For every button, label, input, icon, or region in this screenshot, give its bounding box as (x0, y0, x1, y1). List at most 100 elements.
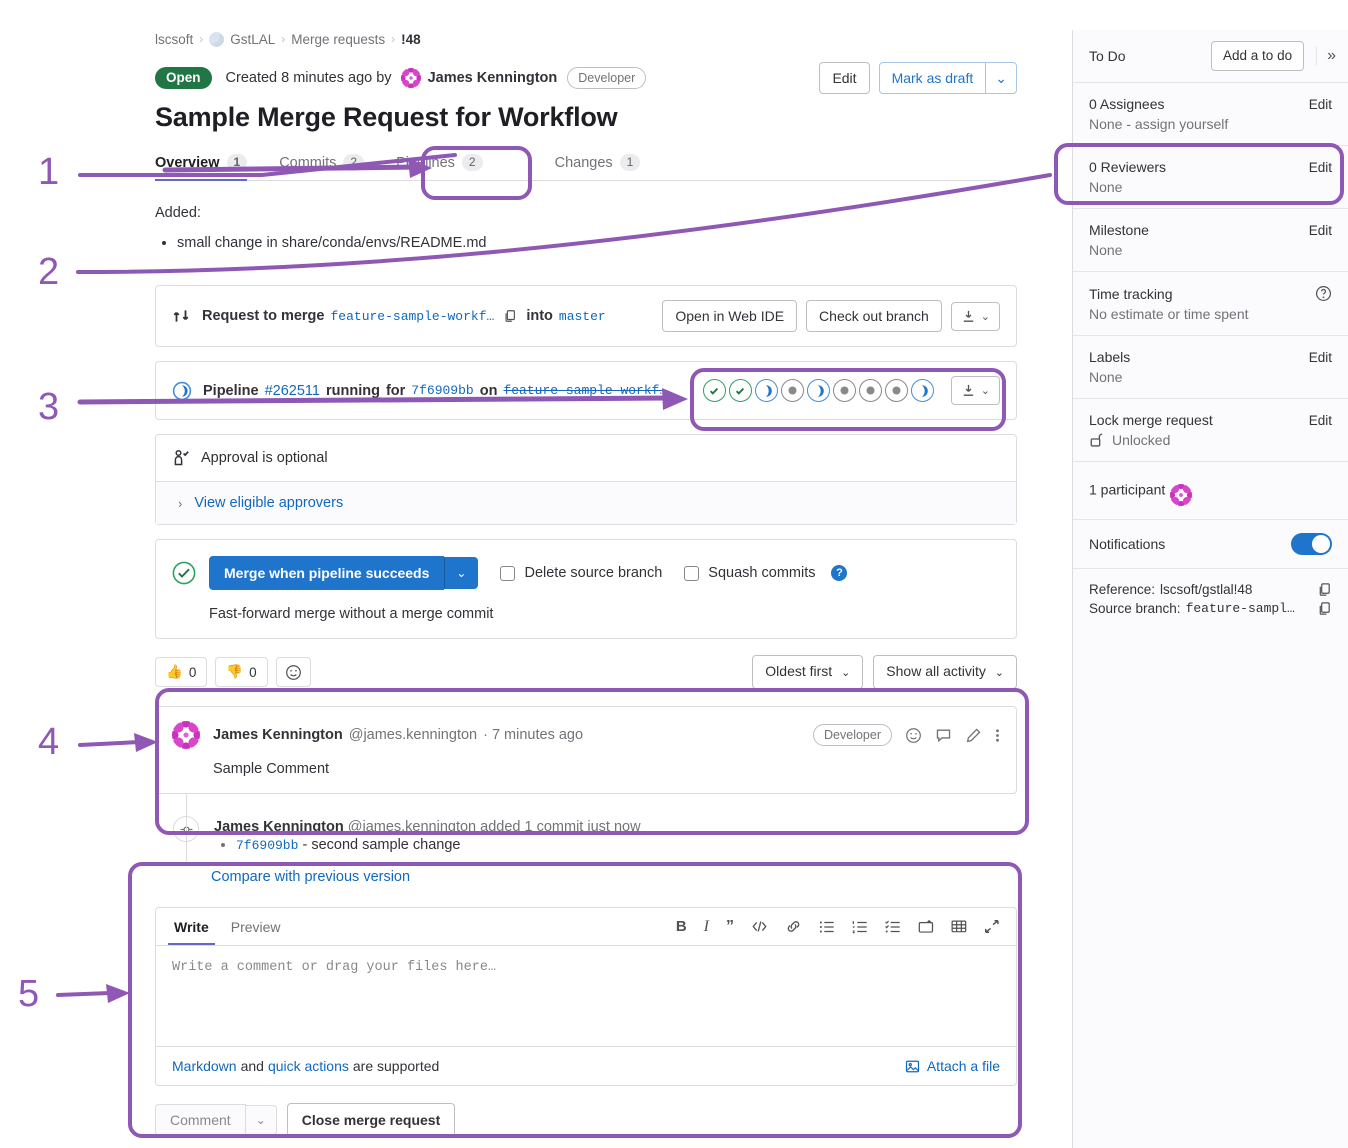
milestone-edit-button[interactable]: Edit (1309, 223, 1332, 238)
sort-order-dropdown[interactable]: Oldest first ⌄ (752, 655, 863, 689)
tab-pipelines[interactable]: Pipelines 2 (380, 154, 499, 180)
breadcrumb-item-group[interactable]: lscsoft (155, 32, 193, 47)
notifications-label: Notifications (1089, 536, 1165, 552)
mark-as-draft-button[interactable]: Mark as draft (879, 62, 987, 94)
reply-comment-icon[interactable] (935, 727, 952, 744)
download-dropdown-button[interactable]: ⌄ (951, 302, 1000, 331)
thumbs-up-button[interactable]: 👍 0 (155, 657, 207, 687)
compare-previous-version-row: Compare with previous version (211, 869, 1017, 885)
add-reaction-smiley-icon[interactable] (905, 727, 922, 744)
edit-button[interactable]: Edit (819, 62, 869, 94)
add-a-to-do-button[interactable]: Add a to do (1211, 41, 1304, 71)
assignees-value[interactable]: None - assign yourself (1089, 116, 1332, 132)
author-name[interactable]: James Kennington (428, 70, 558, 86)
participants-label: 1 participant (1089, 482, 1165, 498)
merge-when-pipeline-succeeds-button[interactable]: Merge when pipeline succeeds (209, 556, 444, 590)
stage-status-running-icon[interactable] (755, 379, 778, 402)
comment-timestamp[interactable]: 7 minutes ago (492, 727, 583, 743)
task-list-icon[interactable] (885, 920, 901, 934)
reviewers-label: 0 Reviewers (1089, 159, 1166, 175)
tab-label: Pipelines (396, 155, 455, 171)
tab-commits[interactable]: Commits 2 (263, 154, 380, 180)
compare-with-previous-version-link[interactable]: Compare with previous version (211, 869, 410, 885)
edit-pencil-icon[interactable] (965, 727, 982, 744)
comment-textarea[interactable]: Write a comment or drag your files here… (156, 946, 1016, 1046)
editor-tab-write[interactable]: Write (172, 910, 211, 944)
help-circle-icon[interactable] (1315, 285, 1332, 302)
stage-status-success-icon[interactable] (703, 379, 726, 402)
stage-status-pending-icon[interactable] (833, 379, 856, 402)
breadcrumb-item-merge-requests[interactable]: Merge requests (291, 32, 385, 47)
open-in-web-ide-button[interactable]: Open in Web IDE (662, 300, 797, 332)
thumbs-down-button[interactable]: 👎 0 (215, 657, 267, 687)
notifications-toggle[interactable] (1291, 533, 1332, 555)
participant-avatar[interactable] (1170, 484, 1192, 506)
close-merge-request-button[interactable]: Close merge request (287, 1103, 456, 1137)
notifications-row: Notifications (1089, 533, 1332, 555)
pipeline-id-link[interactable]: #262511 (265, 383, 320, 399)
stage-status-running-icon[interactable] (911, 379, 934, 402)
pipeline-branch-link[interactable]: feature-sample-workf… (503, 383, 667, 398)
copy-icon[interactable] (1317, 601, 1332, 616)
breadcrumb-item-current[interactable]: !48 (401, 32, 421, 47)
system-note-author[interactable]: James Kennington (214, 819, 344, 835)
link-icon[interactable] (785, 919, 802, 934)
reviewers-edit-button[interactable]: Edit (1309, 160, 1332, 175)
target-branch-link[interactable]: master (559, 309, 606, 324)
check-icon (1316, 538, 1326, 548)
thumbs-down-icon: 👎 (226, 664, 243, 680)
stage-status-success-icon[interactable] (729, 379, 752, 402)
attach-a-file-button[interactable]: Attach a file (905, 1058, 1000, 1074)
breadcrumb-item-project[interactable]: GstLAL (230, 32, 275, 47)
comment-handle[interactable]: @james.kennington (349, 727, 477, 743)
comment-author[interactable]: James Kennington (213, 727, 343, 743)
tab-changes[interactable]: Changes 1 (539, 154, 657, 180)
help-icon[interactable]: ? (831, 565, 847, 581)
add-reaction-button[interactable] (276, 657, 311, 687)
comment-note: James Kennington @james.kennington · 7 m… (155, 706, 1017, 794)
chevron-down-icon[interactable]: ⌄ (985, 62, 1017, 94)
editor-tab-preview[interactable]: Preview (229, 910, 283, 944)
collapse-sidebar-icon[interactable]: » (1316, 47, 1336, 65)
quote-icon[interactable]: ” (726, 918, 734, 936)
view-eligible-approvers-link[interactable]: View eligible approvers (194, 495, 343, 511)
attach-image-icon[interactable] (918, 919, 934, 934)
merge-options-chevron-down-icon[interactable]: ⌄ (444, 557, 478, 589)
breadcrumb-separator: › (199, 32, 203, 46)
lock-edit-button[interactable]: Edit (1309, 413, 1332, 428)
merge-source-widget: Request to merge feature-sample-workf… i… (155, 285, 1017, 347)
comment-button[interactable]: Comment (155, 1104, 246, 1136)
table-icon[interactable] (951, 919, 967, 934)
stage-status-pending-icon[interactable] (885, 379, 908, 402)
pipeline-commit-link[interactable]: 7f6909bb (411, 383, 473, 398)
fullscreen-icon[interactable] (984, 919, 1000, 934)
check-out-branch-button[interactable]: Check out branch (806, 300, 942, 332)
comment-options-chevron-down-icon[interactable]: ⌄ (246, 1105, 277, 1135)
bold-icon[interactable]: B (676, 918, 687, 935)
stage-status-pending-icon[interactable] (781, 379, 804, 402)
annotation-number-1: 1 (38, 153, 59, 191)
tab-overview[interactable]: Overview 1 (155, 154, 263, 180)
squash-commits-checkbox[interactable]: Squash commits ? (684, 565, 847, 581)
quick-actions-link[interactable]: quick actions (268, 1058, 349, 1074)
labels-edit-button[interactable]: Edit (1309, 350, 1332, 365)
numbered-list-icon[interactable] (852, 920, 868, 934)
more-options-icon[interactable] (995, 727, 1000, 744)
stage-status-running-icon[interactable] (807, 379, 830, 402)
source-branch-link[interactable]: feature-sample-workf… (330, 309, 494, 324)
markdown-link[interactable]: Markdown (172, 1058, 237, 1074)
italic-icon[interactable]: I (704, 918, 709, 936)
code-icon[interactable] (751, 919, 768, 934)
copy-icon[interactable] (503, 309, 517, 323)
activity-filter-dropdown[interactable]: Show all activity ⌄ (873, 655, 1017, 689)
delete-source-branch-checkbox[interactable]: Delete source branch (500, 565, 662, 581)
view-eligible-approvers-row[interactable]: › View eligible approvers (156, 482, 1016, 524)
annotation-line-5 (58, 993, 110, 995)
assignees-edit-button[interactable]: Edit (1309, 97, 1332, 112)
stage-status-pending-icon[interactable] (859, 379, 882, 402)
commit-sha-link[interactable]: 7f6909bb (236, 838, 298, 853)
copy-icon[interactable] (1317, 582, 1332, 597)
approval-optional-row: Approval is optional (156, 435, 1016, 482)
pipeline-download-dropdown-button[interactable]: ⌄ (951, 376, 1000, 405)
bullet-list-icon[interactable] (819, 920, 835, 934)
